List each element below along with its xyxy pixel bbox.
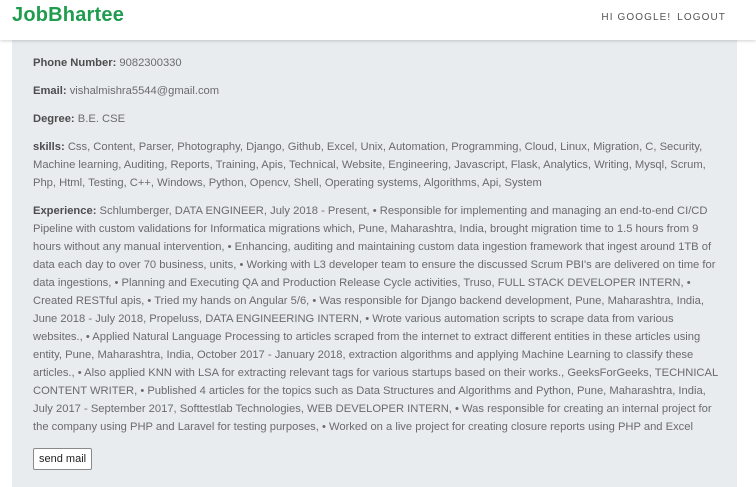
user-greeting: HI GOOGLE! (601, 12, 672, 23)
experience-label: Experience: (33, 205, 97, 217)
degree-field: Degree: B.E. CSE (33, 110, 723, 128)
experience-value: Schlumberger, DATA ENGINEER, July 2018 -… (33, 205, 718, 433)
profile-details: Phone Number: 9082300330 Email: vishalmi… (33, 54, 723, 470)
email-value: vishalmishra5544@gmail.com (69, 85, 220, 97)
skills-field: skills: Css, Content, Parser, Photograph… (33, 138, 723, 192)
email-label: Email: (33, 85, 67, 97)
experience-field: Experience: Schlumberger, DATA ENGINEER,… (33, 202, 723, 436)
email-field: Email: vishalmishra5544@gmail.com (33, 82, 723, 100)
phone-field: Phone Number: 9082300330 (33, 54, 723, 72)
candidate-profile-card: Phone Number: 9082300330 Email: vishalmi… (12, 40, 737, 487)
degree-label: Degree: (33, 113, 75, 125)
degree-value: B.E. CSE (77, 113, 126, 125)
skills-label: skills: (33, 141, 65, 153)
nav-right: HI GOOGLE! LOGOUT (599, 12, 726, 23)
skills-value: Css, Content, Parser, Photography, Djang… (33, 141, 706, 189)
top-navbar: JobBhartee HI GOOGLE! LOGOUT (0, 0, 756, 40)
brand-logo[interactable]: JobBhartee (12, 4, 124, 27)
send-mail-button[interactable]: send mail (33, 448, 93, 470)
phone-label: Phone Number: (33, 57, 117, 69)
logout-link[interactable]: LOGOUT (677, 12, 726, 23)
page: JobBhartee HI GOOGLE! LOGOUT Phone Numbe… (0, 0, 756, 487)
phone-value: 9082300330 (119, 57, 182, 69)
